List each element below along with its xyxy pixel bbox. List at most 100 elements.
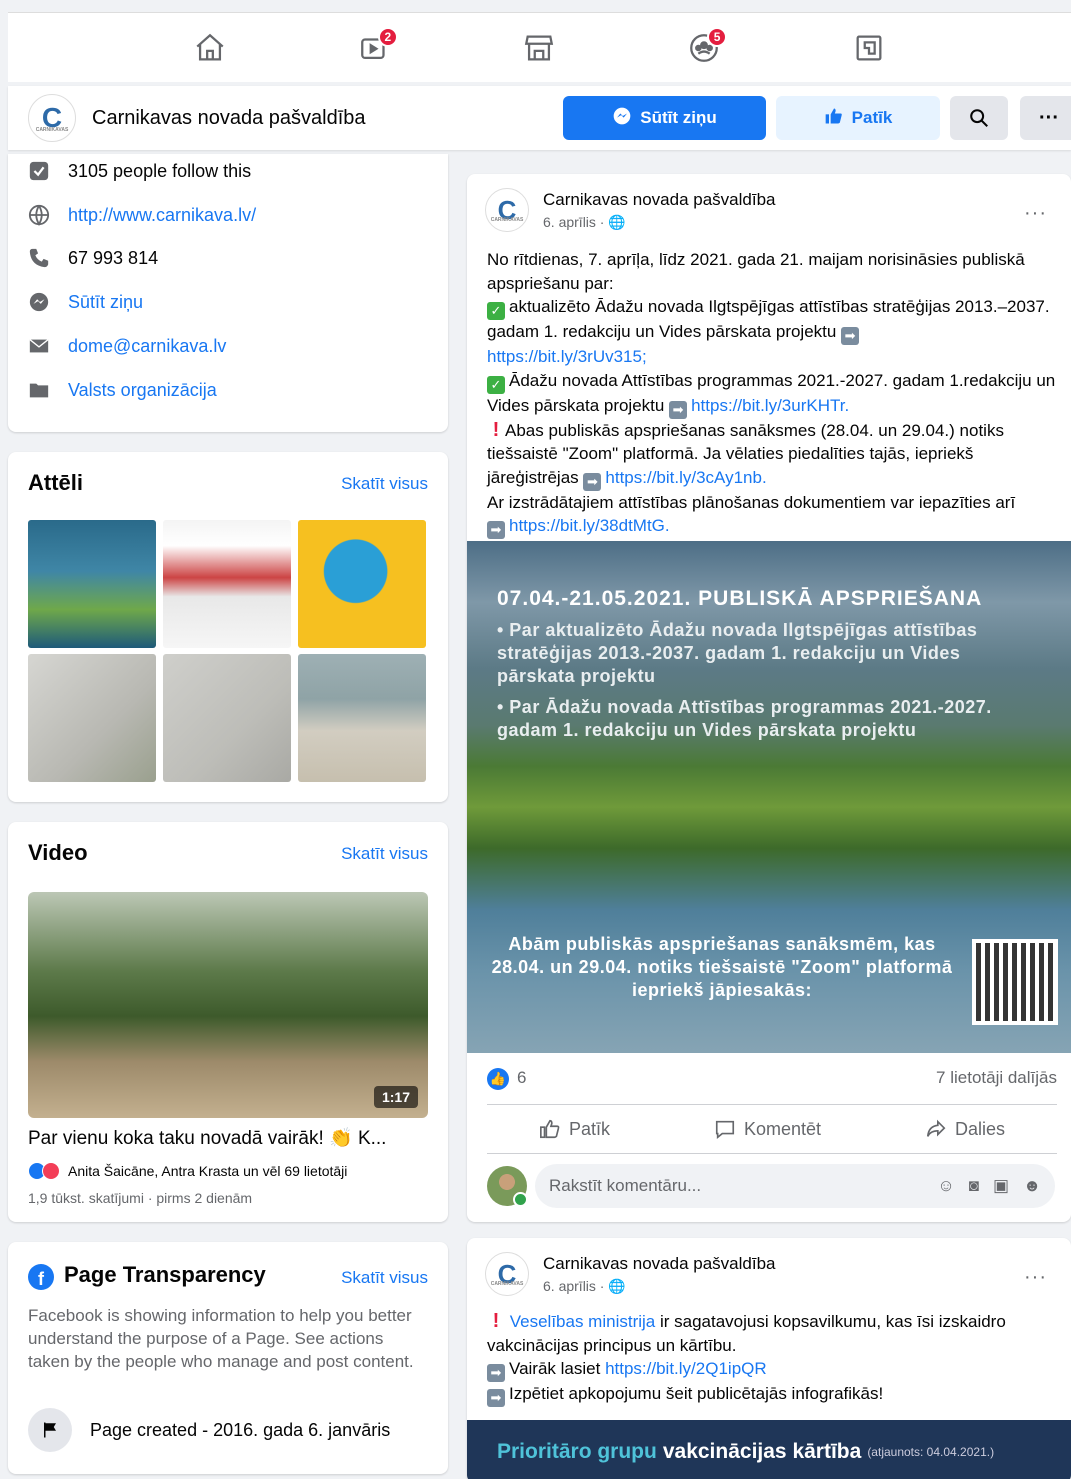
- share-button[interactable]: Dalies: [925, 1118, 1005, 1140]
- comment-button[interactable]: Komentēt: [714, 1118, 821, 1140]
- post-link[interactable]: https://bit.ly/38dtMtG.: [509, 516, 670, 535]
- qr-code: [972, 939, 1058, 1025]
- comment-composer: Rakstīt komentāru... ☺ ◙ ▣ ☻: [487, 1164, 1055, 1208]
- gif-icon[interactable]: ▣: [993, 1176, 1009, 1196]
- website-row: http://www.carnikava.lv/: [26, 202, 256, 228]
- category-link[interactable]: Valsts organizācija: [68, 380, 217, 401]
- share-icon: [926, 1119, 946, 1137]
- post-link[interactable]: https://bit.ly/3cAy1nb.: [605, 468, 766, 487]
- ministry-link[interactable]: Veselības ministrija: [510, 1312, 656, 1331]
- send-message-link[interactable]: Sūtīt ziņu: [68, 292, 143, 313]
- post-link[interactable]: https://bit.ly/3urKHTr.: [691, 396, 849, 415]
- post: C CARNIKAVAS Carnikavas novada pašvaldība…: [467, 1238, 1071, 1479]
- website-link[interactable]: http://www.carnikava.lv/: [68, 205, 256, 226]
- post-image[interactable]: 07.04.-21.05.2021. PUBLISKĀ APSPRIEŠANA …: [467, 541, 1071, 1053]
- top-navigation: 2 5: [8, 12, 1071, 82]
- watch-badge: 2: [377, 26, 398, 47]
- post-author-avatar[interactable]: C CARNIKAVAS: [485, 188, 529, 232]
- post-link[interactable]: https://bit.ly/3rUv315;: [487, 347, 647, 366]
- home-icon[interactable]: [185, 23, 235, 73]
- groups-icon[interactable]: 5: [679, 23, 729, 73]
- image-footer: Abām publiskās apspriešanas sanāksmēm, k…: [491, 934, 953, 1000]
- post-author[interactable]: Carnikavas novada pašvaldība: [543, 1254, 775, 1274]
- send-message-button[interactable]: Sūtīt ziņu: [563, 96, 766, 140]
- photo-thumbnail[interactable]: [163, 654, 291, 782]
- watch-icon[interactable]: 2: [350, 23, 400, 73]
- more-options-button[interactable]: ···: [1020, 96, 1071, 140]
- photo-thumbnail[interactable]: [298, 654, 426, 782]
- sticker-icon[interactable]: ☻: [1023, 1176, 1041, 1196]
- videos-see-all-link[interactable]: Skatīt visus: [341, 844, 428, 864]
- photo-thumbnail[interactable]: [163, 520, 291, 648]
- gaming-icon[interactable]: [844, 23, 894, 73]
- emoji-icon[interactable]: ☺: [937, 1176, 954, 1196]
- folder-icon: [26, 377, 52, 403]
- post: C CARNIKAVAS Carnikavas novada pašvaldība…: [467, 174, 1071, 1222]
- arrow-icon: ➡: [583, 472, 602, 491]
- post-author-avatar[interactable]: C CARNIKAVAS: [485, 1252, 529, 1296]
- photo-thumbnail[interactable]: [298, 520, 426, 648]
- about-card: 3105 people follow this http://www.carni…: [8, 154, 448, 432]
- post-text: ! Veselības ministrija ir sagatavojusi k…: [487, 1310, 1006, 1407]
- post-date[interactable]: 6. aprīlis · 🌐: [543, 214, 775, 231]
- arrow-icon: ➡: [487, 1364, 505, 1382]
- video-title[interactable]: Par vienu koka taku novadā vairāk! 👏 K..…: [28, 1126, 428, 1150]
- video-thumbnail[interactable]: 1:17: [28, 892, 428, 1118]
- page-logo[interactable]: C CARNIKAVAS: [28, 94, 76, 142]
- comment-input[interactable]: Rakstīt komentāru... ☺ ◙ ▣ ☻: [535, 1164, 1055, 1208]
- user-avatar[interactable]: [487, 1166, 528, 1207]
- arrow-icon: ➡: [841, 327, 860, 345]
- like-page-button[interactable]: Patīk: [776, 96, 940, 140]
- check-icon: ✓: [487, 302, 505, 320]
- follow-check-icon: [26, 158, 52, 184]
- video-reactions[interactable]: Anita Šaicāne, Antra Krasta un vēl 69 li…: [28, 1162, 347, 1180]
- arrow-icon: ➡: [669, 400, 688, 419]
- post-text: No rītdienas, 7. aprīļa, līdz 2021. gada…: [487, 250, 1056, 539]
- post-header: C CARNIKAVAS Carnikavas novada pašvaldība…: [485, 188, 775, 232]
- search-icon[interactable]: [950, 96, 1008, 140]
- post-actions: Patīk Komentēt Dalies: [487, 1104, 1057, 1154]
- image-heading: 07.04.-21.05.2021. PUBLISKĀ APSPRIEŠANA: [497, 587, 983, 610]
- post-date[interactable]: 6. aprīlis · 🌐: [543, 1278, 775, 1295]
- messenger-row: Sūtīt ziņu: [26, 289, 143, 315]
- photos-card: Attēli Skatīt visus: [8, 452, 448, 802]
- email-link[interactable]: dome@carnikava.lv: [68, 336, 226, 357]
- image-bullet: • Par aktualizēto Ādažu novada Ilgtspējī…: [497, 620, 978, 686]
- post-author[interactable]: Carnikavas novada pašvaldība: [543, 190, 775, 210]
- messenger-icon: [26, 289, 52, 315]
- post-stats: 👍 6 7 lietotāji dalījās: [487, 1068, 1057, 1090]
- envelope-icon: [26, 333, 52, 359]
- flag-icon: [28, 1408, 72, 1452]
- page-title[interactable]: Carnikavas novada pašvaldība: [92, 107, 366, 130]
- check-icon: ✓: [487, 375, 505, 394]
- video-meta: 1,9 tūkst. skatījumi · pirms 2 dienām: [28, 1190, 253, 1206]
- messenger-icon: [612, 106, 632, 131]
- facebook-icon: f: [28, 1264, 54, 1290]
- arrow-icon: ➡: [487, 521, 505, 539]
- videos-title: Video: [28, 840, 88, 865]
- photo-thumbnail[interactable]: [28, 654, 156, 782]
- like-reaction-icon: 👍: [487, 1068, 509, 1090]
- page-transparency-card: f Page Transparency Skatīt visus Faceboo…: [8, 1242, 448, 1474]
- photo-thumbnail[interactable]: [28, 520, 156, 648]
- love-reaction-icon: [42, 1162, 60, 1180]
- groups-badge: 5: [707, 26, 728, 47]
- exclamation-icon: !: [492, 1310, 500, 1332]
- photos-see-all-link[interactable]: Skatīt visus: [341, 474, 428, 494]
- email-row: dome@carnikava.lv: [26, 333, 226, 359]
- followers-row: 3105 people follow this: [26, 158, 251, 184]
- post-options-button[interactable]: ···: [1024, 202, 1047, 225]
- like-button[interactable]: Patīk: [539, 1118, 610, 1140]
- post-link[interactable]: https://bit.ly/2Q1ipQR: [605, 1359, 767, 1378]
- transparency-description: Facebook is showing information to help …: [28, 1306, 414, 1371]
- post-options-button[interactable]: ···: [1024, 1266, 1047, 1289]
- transparency-see-all-link[interactable]: Skatīt visus: [341, 1268, 428, 1288]
- marketplace-icon[interactable]: [514, 23, 564, 73]
- likes-count[interactable]: 👍 6: [487, 1068, 526, 1090]
- thumbs-up-icon: [824, 106, 844, 131]
- camera-icon[interactable]: ◙: [969, 1176, 979, 1196]
- post-image-banner[interactable]: Prioritāro grupu vakcinācijas kārtība (a…: [467, 1420, 1071, 1479]
- phone-icon: [26, 245, 52, 271]
- shares-count[interactable]: 7 lietotāji dalījās: [936, 1068, 1057, 1090]
- videos-card: Video Skatīt visus 1:17 Par vienu koka t…: [8, 822, 448, 1222]
